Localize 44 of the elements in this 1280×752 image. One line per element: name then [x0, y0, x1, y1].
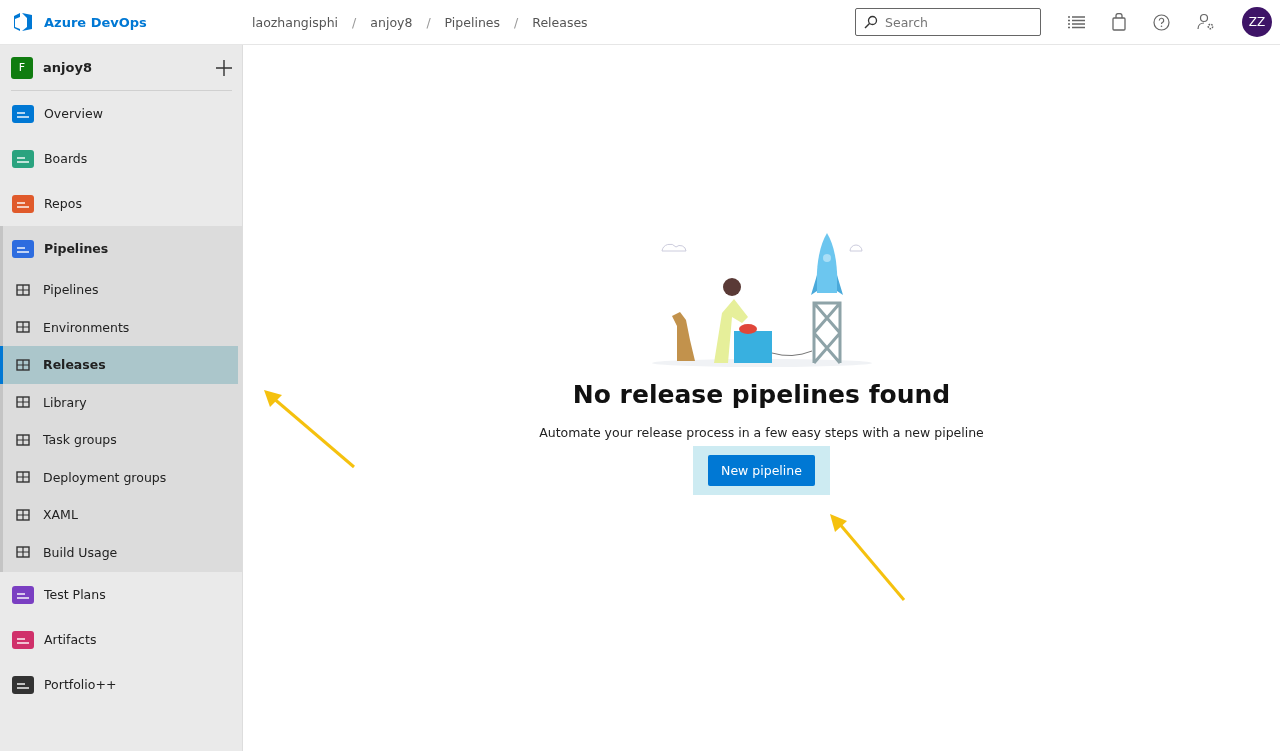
- nav-item-icon: [15, 281, 31, 298]
- search-field[interactable]: Search: [855, 8, 1041, 36]
- breadcrumb-separator: /: [426, 14, 431, 30]
- product-name[interactable]: Azure DevOps: [44, 14, 147, 30]
- breadcrumb-separator: /: [352, 14, 357, 30]
- nav-sub-item[interactable]: Build Usage: [3, 533, 238, 571]
- breadcrumb-link[interactable]: Pipelines: [444, 14, 501, 30]
- nav-sub-item[interactable]: Pipelines: [3, 271, 238, 309]
- nav-item-icon: [15, 544, 31, 561]
- nav-sub-item[interactable]: Library: [3, 383, 238, 421]
- user-settings-icon[interactable]: [1197, 13, 1215, 31]
- nav-hub-item[interactable]: Artifacts: [0, 617, 242, 662]
- nav-hub-item[interactable]: Boards: [0, 136, 242, 181]
- nav-sub-item[interactable]: Task groups: [3, 421, 238, 459]
- breadcrumb-link[interactable]: Releases: [532, 14, 588, 30]
- empty-state-title: No release pipelines found: [572, 380, 951, 409]
- nav-hub-item[interactable]: Overview: [0, 91, 242, 136]
- nav-item-icon: [15, 469, 31, 486]
- help-icon[interactable]: [1153, 13, 1170, 31]
- shopping-bag-icon[interactable]: [1112, 13, 1126, 31]
- nav-sub-item[interactable]: Deployment groups: [3, 458, 238, 496]
- project-badge: F: [11, 56, 33, 79]
- empty-state-description: Automate your release process in a few easy steps with a new pipeline: [539, 425, 984, 440]
- breadcrumb-separator: /: [514, 14, 519, 30]
- nav-item-icon: [15, 319, 31, 336]
- new-pipeline-button[interactable]: New pipeline: [708, 455, 815, 486]
- add-icon[interactable]: [216, 59, 232, 76]
- nav-hub-item[interactable]: Test Plans: [0, 572, 242, 617]
- nav-sub-item[interactable]: Releases: [0, 346, 238, 384]
- nav-item-icon: [15, 506, 31, 523]
- nav-item-icon: [15, 431, 31, 448]
- project-name[interactable]: anjoy8: [43, 60, 206, 75]
- logo-icon[interactable]: [12, 12, 34, 32]
- breadcrumb-link[interactable]: laozhangisphi: [252, 14, 339, 30]
- checklist-icon[interactable]: [1067, 15, 1085, 29]
- user-avatar[interactable]: ZZ: [1242, 7, 1272, 37]
- nav-sub-item[interactable]: XAML: [3, 496, 238, 534]
- nav-hub-item[interactable]: Pipelines: [3, 226, 242, 271]
- nav-hub-item[interactable]: Portfolio++: [0, 662, 242, 707]
- nav-item-icon: [15, 356, 31, 373]
- breadcrumb-link[interactable]: anjoy8: [370, 14, 413, 30]
- nav-sub-item[interactable]: Environments: [3, 308, 238, 346]
- nav-hub-item[interactable]: Repos: [0, 181, 242, 226]
- nav-item-icon: [15, 394, 31, 411]
